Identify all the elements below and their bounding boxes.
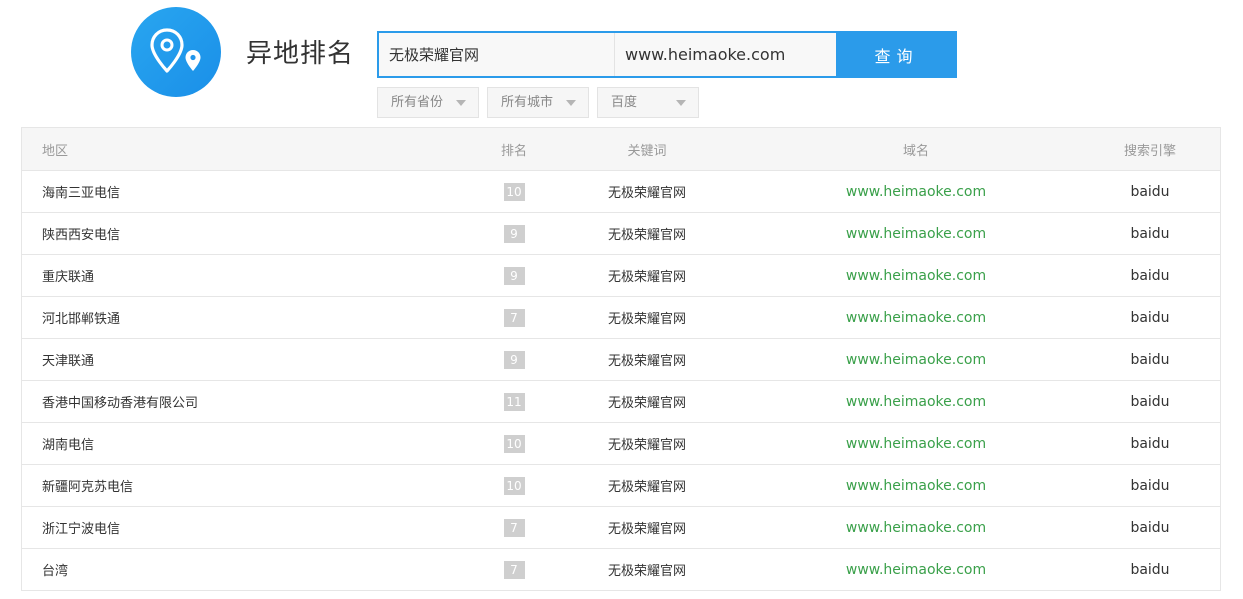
table-row: 新疆阿克苏电信 10 无极荣耀官网 www.heimaoke.com baidu xyxy=(22,465,1220,507)
search-bar: 查询 xyxy=(377,31,957,78)
engine-cell: baidu xyxy=(1130,393,1170,410)
page-title: 异地排名 xyxy=(246,39,355,69)
keyword-cell: 无极荣耀官网 xyxy=(607,186,686,201)
rank-cell: 7 xyxy=(484,297,544,338)
keyword-cell: 无极荣耀官网 xyxy=(607,438,686,453)
province-select[interactable]: 所有省份 xyxy=(377,87,479,118)
table-header: 地区 排名 关键词 域名 搜索引擎 xyxy=(22,128,1220,171)
engine-cell: baidu xyxy=(1130,519,1170,536)
keyword-cell: 无极荣耀官网 xyxy=(607,396,686,411)
rank-badge: 10 xyxy=(503,476,525,495)
province-select-label: 所有省份 xyxy=(391,95,444,110)
chevron-down-icon xyxy=(676,100,686,106)
keyword-cell: 无极荣耀官网 xyxy=(607,228,686,243)
page-header: 异地排名 查询 所有省份 所有城市 百度 xyxy=(0,0,1243,125)
domain-cell: www.heimaoke.com xyxy=(845,519,987,536)
domain-input[interactable] xyxy=(615,33,836,76)
table-row: 天津联通 9 无极荣耀官网 www.heimaoke.com baidu xyxy=(22,339,1220,381)
region-cell: 海南三亚电信 xyxy=(42,186,121,201)
rank-cell: 7 xyxy=(484,507,544,548)
column-header-engine: 搜索引擎 xyxy=(1123,143,1176,159)
rank-badge: 9 xyxy=(503,266,525,285)
engine-select-label: 百度 xyxy=(611,95,638,110)
keyword-cell: 无极荣耀官网 xyxy=(607,564,686,579)
keyword-cell: 无极荣耀官网 xyxy=(607,270,686,285)
table-row: 台湾 7 无极荣耀官网 www.heimaoke.com baidu xyxy=(22,549,1220,591)
rank-badge: 7 xyxy=(503,308,525,327)
rank-cell: 9 xyxy=(484,213,544,254)
engine-cell: baidu xyxy=(1130,309,1170,326)
rank-cell: 10 xyxy=(484,171,544,212)
engine-cell: baidu xyxy=(1130,477,1170,494)
rank-badge: 7 xyxy=(503,518,525,537)
region-cell: 新疆阿克苏电信 xyxy=(42,480,134,495)
region-cell: 香港中国移动香港有限公司 xyxy=(42,396,199,411)
rank-cell: 11 xyxy=(484,381,544,422)
engine-cell: baidu xyxy=(1130,183,1170,200)
domain-cell: www.heimaoke.com xyxy=(845,561,987,578)
rank-badge: 9 xyxy=(503,224,525,243)
region-cell: 陕西西安电信 xyxy=(42,228,121,243)
logo xyxy=(131,7,221,97)
engine-cell: baidu xyxy=(1130,561,1170,578)
table-row: 香港中国移动香港有限公司 11 无极荣耀官网 www.heimaoke.com … xyxy=(22,381,1220,423)
rank-badge: 10 xyxy=(503,182,525,201)
column-header-region: 地区 xyxy=(42,143,69,159)
domain-cell: www.heimaoke.com xyxy=(845,183,987,200)
table-row: 湖南电信 10 无极荣耀官网 www.heimaoke.com baidu xyxy=(22,423,1220,465)
region-cell: 河北邯郸铁通 xyxy=(42,312,121,327)
table-row: 重庆联通 9 无极荣耀官网 www.heimaoke.com baidu xyxy=(22,255,1220,297)
column-header-keyword: 关键词 xyxy=(627,143,667,159)
region-cell: 浙江宁波电信 xyxy=(42,522,121,537)
keyword-cell: 无极荣耀官网 xyxy=(607,522,686,537)
table-row: 陕西西安电信 9 无极荣耀官网 www.heimaoke.com baidu xyxy=(22,213,1220,255)
rank-badge: 9 xyxy=(503,350,525,369)
rank-cell: 9 xyxy=(484,339,544,380)
keyword-cell: 无极荣耀官网 xyxy=(607,354,686,369)
engine-select[interactable]: 百度 xyxy=(597,87,699,118)
rank-cell: 7 xyxy=(484,549,544,590)
domain-cell: www.heimaoke.com xyxy=(845,309,987,326)
keyword-cell: 无极荣耀官网 xyxy=(607,480,686,495)
keyword-cell: 无极荣耀官网 xyxy=(607,312,686,327)
search-button[interactable]: 查询 xyxy=(836,31,957,78)
rank-cell: 10 xyxy=(484,465,544,506)
region-cell: 重庆联通 xyxy=(42,270,95,285)
domain-cell: www.heimaoke.com xyxy=(845,435,987,452)
rank-badge: 10 xyxy=(503,434,525,453)
city-select[interactable]: 所有城市 xyxy=(487,87,589,118)
column-header-domain: 域名 xyxy=(902,143,929,159)
keyword-input[interactable] xyxy=(379,33,615,76)
domain-cell: www.heimaoke.com xyxy=(845,393,987,410)
rank-badge: 11 xyxy=(503,392,525,411)
table-row: 浙江宁波电信 7 无极荣耀官网 www.heimaoke.com baidu xyxy=(22,507,1220,549)
region-cell: 台湾 xyxy=(42,564,69,579)
chevron-down-icon xyxy=(456,100,466,106)
region-cell: 湖南电信 xyxy=(42,438,95,453)
rank-badge: 7 xyxy=(503,560,525,579)
engine-cell: baidu xyxy=(1130,435,1170,452)
domain-cell: www.heimaoke.com xyxy=(845,267,987,284)
region-cell: 天津联通 xyxy=(42,354,95,369)
city-select-label: 所有城市 xyxy=(501,95,554,110)
domain-cell: www.heimaoke.com xyxy=(845,477,987,494)
engine-cell: baidu xyxy=(1130,225,1170,242)
table-row: 海南三亚电信 10 无极荣耀官网 www.heimaoke.com baidu xyxy=(22,171,1220,213)
rank-cell: 10 xyxy=(484,423,544,464)
column-header-rank: 排名 xyxy=(500,143,527,159)
engine-cell: baidu xyxy=(1130,267,1170,284)
domain-cell: www.heimaoke.com xyxy=(845,225,987,242)
ranking-table: 地区 排名 关键词 域名 搜索引擎 海南三亚电信 10 无极荣耀官网 www.h… xyxy=(21,127,1221,591)
chevron-down-icon xyxy=(566,100,576,106)
engine-cell: baidu xyxy=(1130,351,1170,368)
table-row: 河北邯郸铁通 7 无极荣耀官网 www.heimaoke.com baidu xyxy=(22,297,1220,339)
location-pins-icon xyxy=(150,28,201,73)
domain-cell: www.heimaoke.com xyxy=(845,351,987,368)
rank-cell: 9 xyxy=(484,255,544,296)
